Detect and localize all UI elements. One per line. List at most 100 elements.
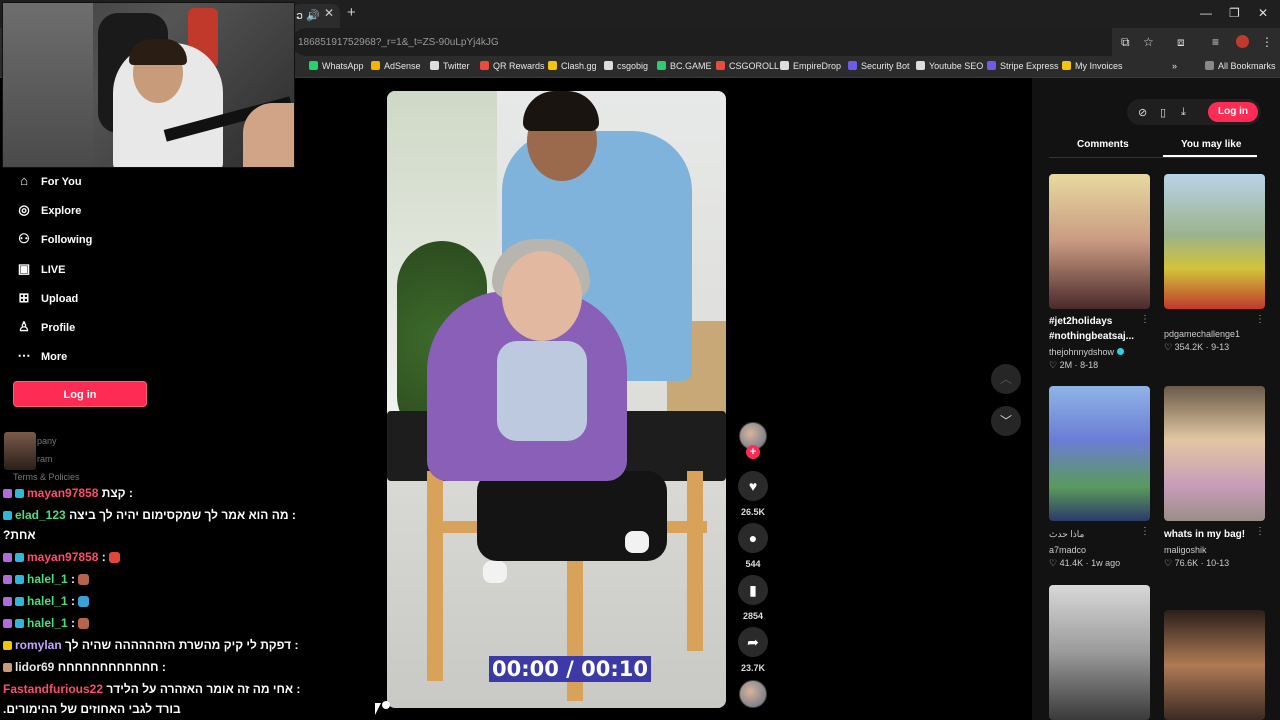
streamer-arm xyxy=(243,103,294,167)
footer-program-link[interactable]: ram xyxy=(37,454,53,464)
sub-badge-icon xyxy=(3,553,12,562)
bookmark-my-invoices[interactable]: My Invoices xyxy=(1062,61,1123,71)
restore-icon[interactable]: ❐ xyxy=(1229,6,1240,20)
bookmark-label: Security Bot xyxy=(861,61,910,71)
card-menu-icon[interactable]: ⋮ xyxy=(1255,314,1265,325)
card-author[interactable]: thejohnnydshow xyxy=(1049,347,1125,357)
chat-message-continued: .בורד לגבי האחוזים של ההימורים xyxy=(3,702,181,716)
nav-explore[interactable]: ◎ Explore xyxy=(15,202,81,222)
card-author[interactable]: pdgamechallenge1 xyxy=(1164,329,1240,339)
extensions-icon[interactable]: ⧈ xyxy=(1177,35,1185,50)
minimize-icon[interactable]: — xyxy=(1200,6,1212,20)
media-icon[interactable]: ≡ xyxy=(1212,35,1219,49)
bookmark-csgobig[interactable]: csgobig xyxy=(604,61,648,71)
card-title[interactable]: #jet2holidays xyxy=(1049,316,1112,327)
emote-icon xyxy=(109,552,121,563)
bookmark-csgoroll[interactable]: CSGOROLL xyxy=(716,61,779,71)
login-button[interactable]: Log in xyxy=(13,381,147,407)
nav-upload[interactable]: ⊞ Upload xyxy=(15,290,79,310)
card-menu-icon[interactable]: ⋮ xyxy=(1140,314,1150,325)
emote-icon xyxy=(78,574,90,585)
card-meta: ♡ 76.6K · 10-13 xyxy=(1164,558,1230,568)
bookmark-security-bot[interactable]: Security Bot xyxy=(848,61,910,71)
video-card-thumbnail[interactable] xyxy=(1164,610,1265,720)
nav-for-you[interactable]: ⌂ For You xyxy=(15,173,81,193)
tab-close-icon[interactable]: ✕ xyxy=(324,6,334,20)
cast-icon[interactable]: ⧉ xyxy=(1121,35,1130,50)
chat-text: ?אחת xyxy=(3,528,36,542)
video-card-thumbnail[interactable] xyxy=(1164,386,1265,521)
chat-username[interactable]: halel_1 xyxy=(27,594,68,608)
footer-terms-link[interactable]: Terms & Policies xyxy=(13,472,80,482)
card-menu-icon[interactable]: ⋮ xyxy=(1140,526,1150,537)
chat-username[interactable]: romylan xyxy=(15,638,62,652)
like-count: 26.5K xyxy=(740,507,766,517)
like-button[interactable]: ♥ xyxy=(738,471,768,501)
bookmark-clash[interactable]: Clash.gg xyxy=(548,61,597,71)
chat-username[interactable]: mayan97858 xyxy=(27,486,98,500)
all-bookmarks[interactable]: All Bookmarks xyxy=(1205,61,1276,71)
card-author[interactable]: maligoshik xyxy=(1164,545,1207,555)
new-tab-icon[interactable]: + xyxy=(347,4,356,21)
video-player[interactable] xyxy=(387,91,726,708)
close-window-icon[interactable]: ✕ xyxy=(1258,6,1268,20)
heart-icon: ♥ xyxy=(748,478,758,494)
nav-profile[interactable]: ♙ Profile xyxy=(15,319,75,339)
chat-username[interactable]: Fastandfurious22 xyxy=(3,682,103,696)
previous-video-button[interactable]: ︿ xyxy=(991,364,1021,394)
nav-label: Profile xyxy=(41,322,76,334)
video-progress-handle[interactable] xyxy=(382,701,390,709)
video-card-thumbnail[interactable] xyxy=(1049,585,1150,720)
chat-username[interactable]: lidor69 xyxy=(15,660,54,674)
nav-live[interactable]: ▣ LIVE xyxy=(15,261,66,281)
profile-avatar-icon[interactable] xyxy=(1236,35,1249,48)
bookmark-qr-rewards[interactable]: QR Rewards xyxy=(480,61,545,71)
comment-button[interactable]: ● xyxy=(738,523,768,553)
chat-username[interactable]: mayan97858 xyxy=(27,550,98,564)
url-field[interactable]: 186851917529​68?_r=1&_t=ZS-90uLpYj4kJG xyxy=(292,28,1112,56)
video-card-thumbnail[interactable] xyxy=(1164,174,1265,309)
share-button[interactable]: ➦ xyxy=(738,627,768,657)
card-menu-icon[interactable]: ⋮ xyxy=(1255,526,1265,537)
nav-label: LIVE xyxy=(41,264,66,276)
phone-icon[interactable]: ▯ xyxy=(1160,106,1166,119)
download-icon[interactable]: ⤓ xyxy=(1181,106,1186,119)
bookmark-label: EmpireDrop xyxy=(793,61,842,71)
video-card-thumbnail[interactable] xyxy=(1049,386,1150,521)
bookmark-stripe-express[interactable]: Stripe Express xyxy=(987,61,1059,71)
bookmark-empiredrop[interactable]: EmpireDrop xyxy=(780,61,841,71)
card-title-line2[interactable]: #nothingbeatsaj... xyxy=(1049,331,1134,342)
chat-username[interactable]: elad_123 xyxy=(15,508,66,522)
heart-icon: ♡ xyxy=(1164,342,1173,352)
bookmarks-overflow-icon[interactable]: » xyxy=(1172,61,1177,71)
bookmark-youtube-seo[interactable]: Youtube SEO xyxy=(916,61,983,71)
sound-avatar[interactable] xyxy=(739,680,767,708)
right-login-button[interactable]: Log in xyxy=(1208,102,1258,122)
bookmark-whatsapp[interactable]: WhatsApp xyxy=(309,61,364,71)
bookmark-bcgame[interactable]: BC.GAME xyxy=(657,61,712,71)
video-woman-shirt xyxy=(497,341,587,441)
menu-icon[interactable]: ⋮ xyxy=(1261,35,1273,49)
chat-username[interactable]: halel_1 xyxy=(27,572,68,586)
video-card-thumbnail[interactable] xyxy=(1049,174,1150,309)
next-video-button[interactable]: ﹀ xyxy=(991,406,1021,436)
star-icon[interactable]: ☆ xyxy=(1143,35,1154,49)
tab-comments[interactable]: Comments xyxy=(1077,139,1129,150)
footer-company-link[interactable]: pany xyxy=(37,436,57,446)
compass-icon[interactable]: ⊘ xyxy=(1138,106,1147,119)
chat-username[interactable]: halel_1 xyxy=(27,616,68,630)
follow-plus-icon[interactable]: + xyxy=(746,445,760,459)
nav-more[interactable]: ⋯ More xyxy=(15,348,68,368)
profile-icon: ♙ xyxy=(18,319,30,334)
save-button[interactable]: ▮ xyxy=(738,575,768,605)
card-author[interactable]: a7madco xyxy=(1049,545,1086,555)
nav-following[interactable]: ⚇ Following xyxy=(15,231,92,251)
bookmark-adsense[interactable]: AdSense xyxy=(371,61,421,71)
chat-message: halel_1 : xyxy=(3,616,90,630)
card-title[interactable]: whats in my bag! xyxy=(1164,529,1245,540)
video-timecode: 00:00 / 00:10 xyxy=(489,656,651,682)
card-title[interactable]: ماذا حدث xyxy=(1049,529,1084,540)
chat-badge-icon xyxy=(15,489,24,498)
bookmark-twitter[interactable]: Twitter xyxy=(430,61,470,71)
tab-you-may-like[interactable]: You may like xyxy=(1181,139,1241,150)
